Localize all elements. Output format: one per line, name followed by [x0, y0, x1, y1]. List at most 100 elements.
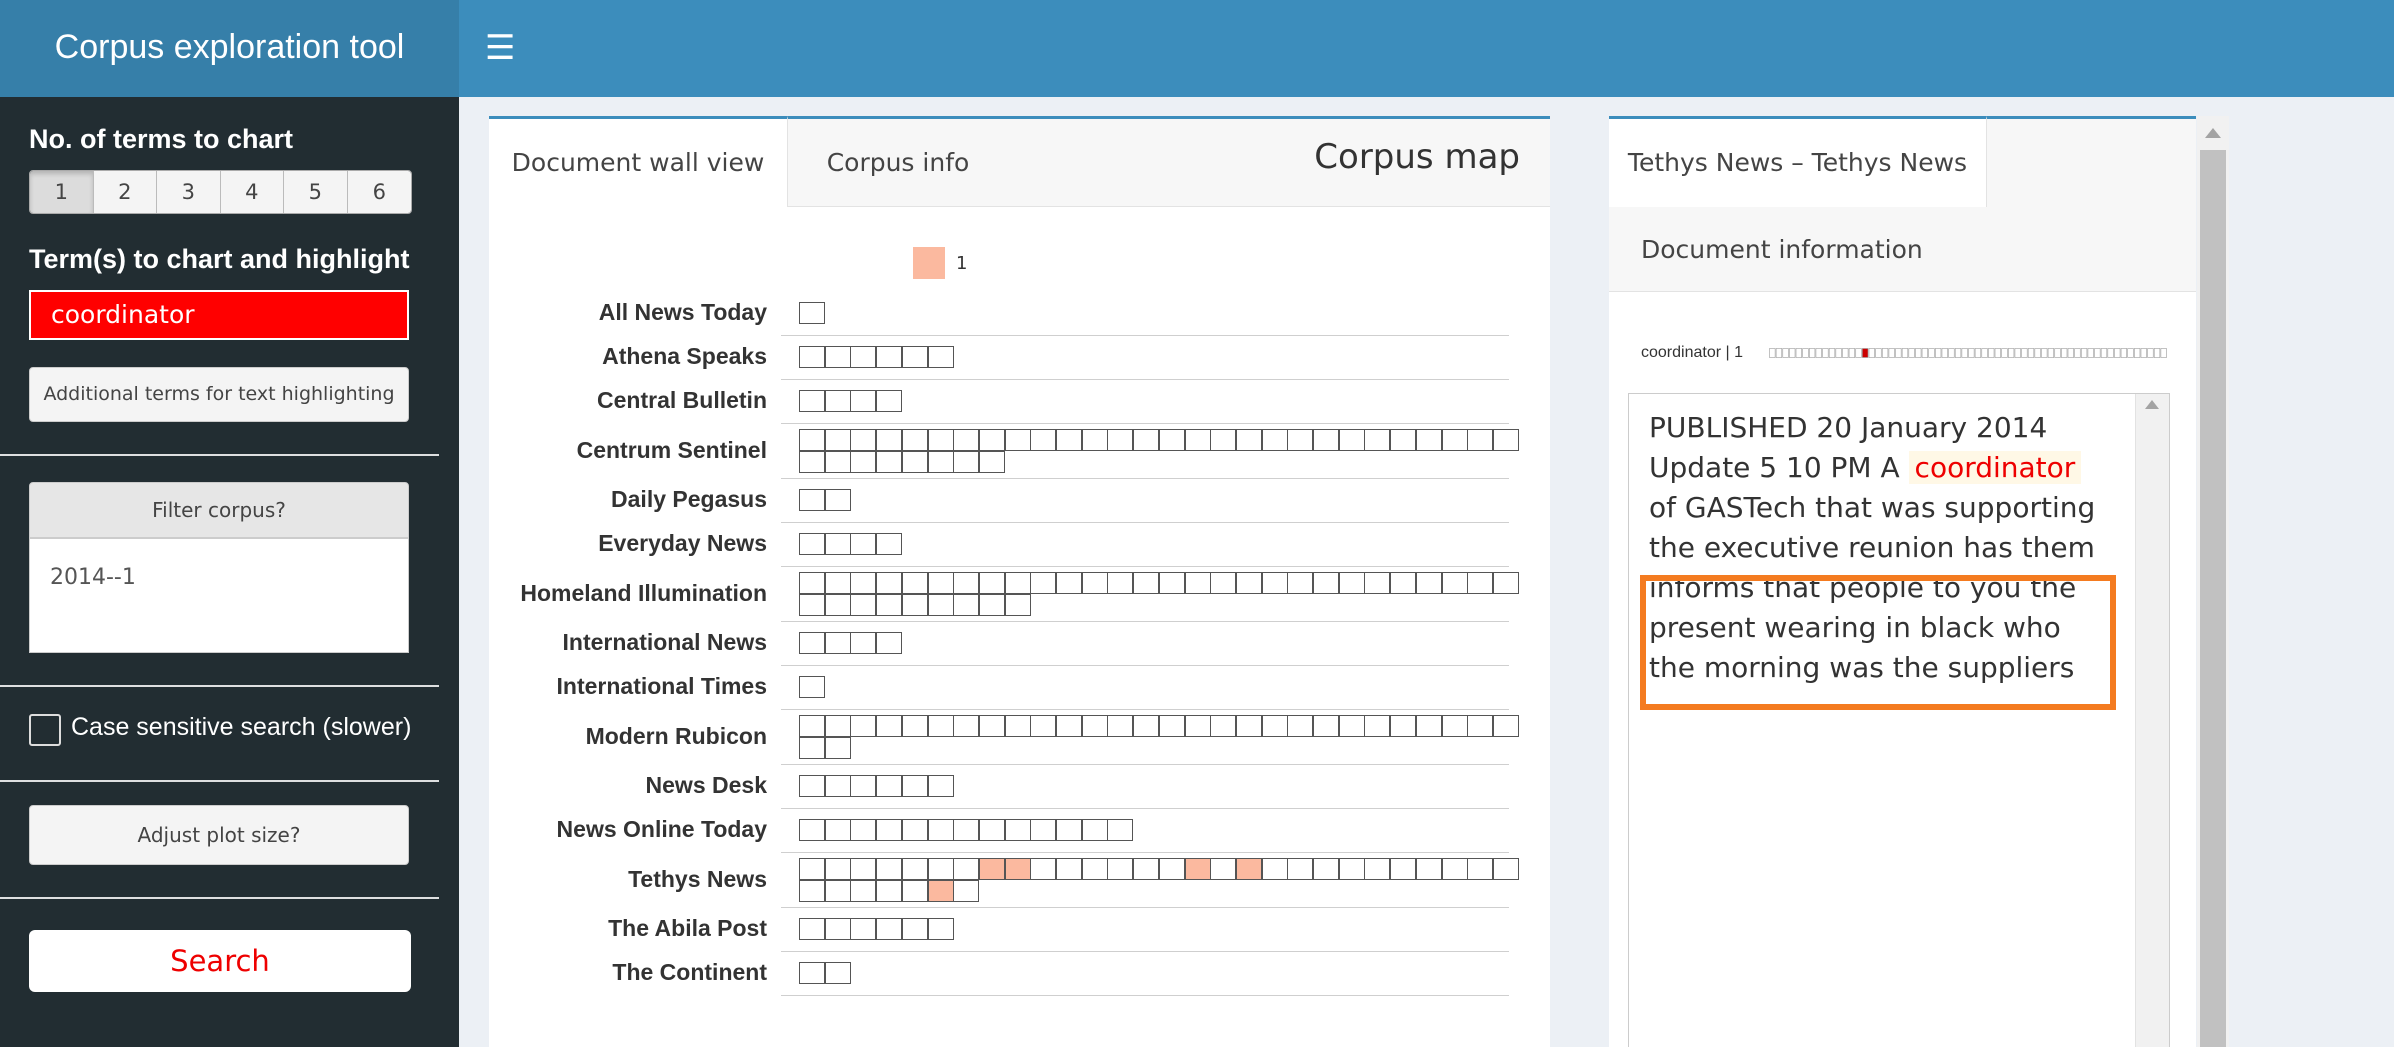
document-cell[interactable] — [1030, 714, 1057, 737]
document-cell[interactable] — [850, 819, 877, 841]
document-cell[interactable] — [1004, 428, 1031, 451]
document-cell[interactable] — [1492, 857, 1519, 880]
document-cell[interactable] — [1235, 714, 1262, 737]
document-cell[interactable] — [876, 533, 903, 555]
document-cell[interactable] — [901, 857, 928, 880]
scroll-up-arrow-icon[interactable] — [2145, 400, 2159, 409]
hamburger-icon[interactable]: ☰ — [485, 28, 515, 68]
document-cell[interactable] — [824, 819, 851, 841]
document-cell[interactable] — [1158, 428, 1185, 451]
document-cell[interactable] — [850, 632, 877, 654]
scroll-up-arrow-icon[interactable] — [2205, 128, 2221, 138]
document-cell[interactable] — [850, 918, 877, 940]
document-cell[interactable] — [1235, 428, 1262, 451]
document-cell[interactable] — [953, 571, 980, 594]
document-cell[interactable] — [876, 390, 903, 412]
document-cell[interactable] — [1235, 571, 1262, 594]
document-cell[interactable] — [953, 593, 980, 616]
document-cell[interactable] — [1004, 593, 1031, 616]
document-text-box[interactable]: PUBLISHED 20 January 2014 Update 5 10 PM… — [1628, 393, 2170, 1047]
document-cell[interactable] — [824, 533, 851, 555]
filter-corpus-button[interactable]: Filter corpus? — [29, 482, 409, 538]
document-cell[interactable] — [901, 428, 928, 451]
document-cell[interactable] — [1184, 714, 1211, 737]
document-cell[interactable] — [1004, 857, 1031, 880]
document-cell[interactable] — [1107, 819, 1134, 841]
document-cell[interactable] — [1081, 857, 1108, 880]
document-cell[interactable] — [876, 632, 903, 654]
document-cell[interactable] — [799, 714, 825, 737]
document-cell[interactable] — [927, 593, 954, 616]
document-cell[interactable] — [953, 428, 980, 451]
document-cell[interactable] — [1467, 857, 1494, 880]
document-cell[interactable] — [978, 714, 1005, 737]
document-cell[interactable] — [1030, 428, 1057, 451]
filter-textarea[interactable]: 2014--1 — [29, 538, 409, 653]
document-cell[interactable] — [799, 736, 825, 759]
document-cell[interactable] — [1030, 571, 1057, 594]
document-cell[interactable] — [953, 857, 980, 880]
document-cell[interactable] — [1313, 714, 1339, 737]
document-cell[interactable] — [927, 918, 954, 940]
document-cell[interactable] — [1467, 714, 1494, 737]
document-cell[interactable] — [799, 962, 825, 984]
document-cell[interactable] — [799, 632, 825, 654]
document-cell[interactable] — [1338, 714, 1365, 737]
document-cell[interactable] — [1441, 428, 1468, 451]
document-cell[interactable] — [1158, 571, 1185, 594]
term-count-button-6[interactable]: 6 — [347, 171, 411, 213]
document-cell[interactable] — [1235, 857, 1262, 880]
document-cell[interactable] — [1107, 714, 1134, 737]
document-cell[interactable] — [799, 857, 825, 880]
document-cell[interactable] — [901, 593, 928, 616]
document-cell[interactable] — [1338, 428, 1365, 451]
document-cell[interactable] — [1056, 819, 1082, 841]
document-cell[interactable] — [1261, 857, 1288, 880]
document-cell[interactable] — [901, 346, 928, 368]
document-cell[interactable] — [799, 676, 825, 698]
document-cell[interactable] — [901, 819, 928, 841]
document-cell[interactable] — [799, 428, 825, 451]
document-cell[interactable] — [799, 346, 825, 368]
document-cell[interactable] — [1287, 428, 1314, 451]
document-cell[interactable] — [1415, 857, 1442, 880]
scrollbar-thumb[interactable] — [2200, 150, 2226, 1047]
term-count-button-2[interactable]: 2 — [93, 171, 157, 213]
document-cell[interactable] — [876, 450, 903, 473]
document-cell[interactable] — [876, 879, 903, 902]
document-cell[interactable] — [1004, 571, 1031, 594]
document-cell[interactable] — [1313, 857, 1339, 880]
document-cell[interactable] — [876, 428, 903, 451]
document-cell[interactable] — [1364, 714, 1391, 737]
document-cell[interactable] — [927, 714, 954, 737]
document-cell[interactable] — [927, 819, 954, 841]
document-cell[interactable] — [876, 918, 903, 940]
document-cell[interactable] — [1210, 571, 1237, 594]
document-cell[interactable] — [1158, 714, 1185, 737]
text-scrollbar[interactable] — [2135, 394, 2169, 1047]
document-cell[interactable] — [1390, 857, 1417, 880]
document-cell[interactable] — [927, 857, 954, 880]
document-cell[interactable] — [927, 879, 954, 902]
document-cell[interactable] — [799, 918, 825, 940]
document-cell[interactable] — [1030, 857, 1057, 880]
document-cell[interactable] — [1107, 857, 1134, 880]
document-cell[interactable] — [799, 390, 825, 412]
term-count-button-3[interactable]: 3 — [157, 171, 221, 213]
document-cell[interactable] — [953, 819, 980, 841]
document-cell[interactable] — [1390, 714, 1417, 737]
document-cell[interactable] — [876, 819, 903, 841]
document-cell[interactable] — [1184, 857, 1211, 880]
document-cell[interactable] — [1364, 428, 1391, 451]
document-cell[interactable] — [901, 571, 928, 594]
document-cell[interactable] — [799, 819, 825, 841]
document-cell[interactable] — [1133, 571, 1160, 594]
document-cell[interactable] — [1081, 819, 1108, 841]
document-cell[interactable] — [1056, 857, 1082, 880]
document-cell[interactable] — [799, 489, 825, 511]
search-button[interactable]: Search — [29, 930, 411, 992]
document-cell[interactable] — [850, 571, 877, 594]
document-cell[interactable] — [799, 571, 825, 594]
document-cell[interactable] — [850, 346, 877, 368]
document-cell[interactable] — [901, 879, 928, 902]
